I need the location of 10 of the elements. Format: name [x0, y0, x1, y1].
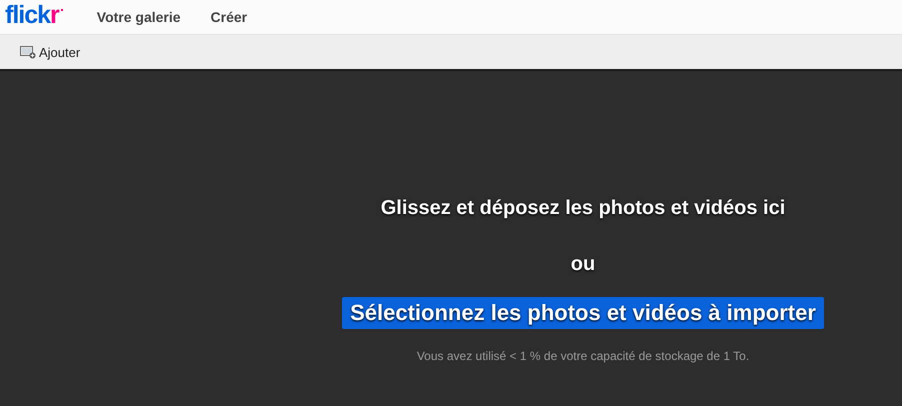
storage-note: Vous avez utilisé < 1 % de votre capacité de stockage de 1 To.: [416, 349, 750, 363]
separator-text: ou: [570, 253, 596, 276]
logo[interactable]: flickr: [5, 0, 63, 30]
nav-link[interactable]: Créer: [210, 9, 248, 25]
drop-zone[interactable]: Glissez et déposez les photos et vidéos ici ou Sélectionnez les photos et vidéos à importer Vous avez utilisé < 1 % de votre capacité de stockage de 1 To.: [0, 71, 902, 406]
nav-link[interactable]: Votre galerie: [96, 9, 181, 25]
select-files-button[interactable]: Sélectionnez les photos et vidéos à importer: [342, 297, 824, 329]
add-button[interactable]: Ajouter: [20, 44, 80, 60]
add-image-icon: [20, 46, 36, 58]
drop-heading: Glissez et déposez les photos et vidéos ici: [380, 197, 786, 220]
